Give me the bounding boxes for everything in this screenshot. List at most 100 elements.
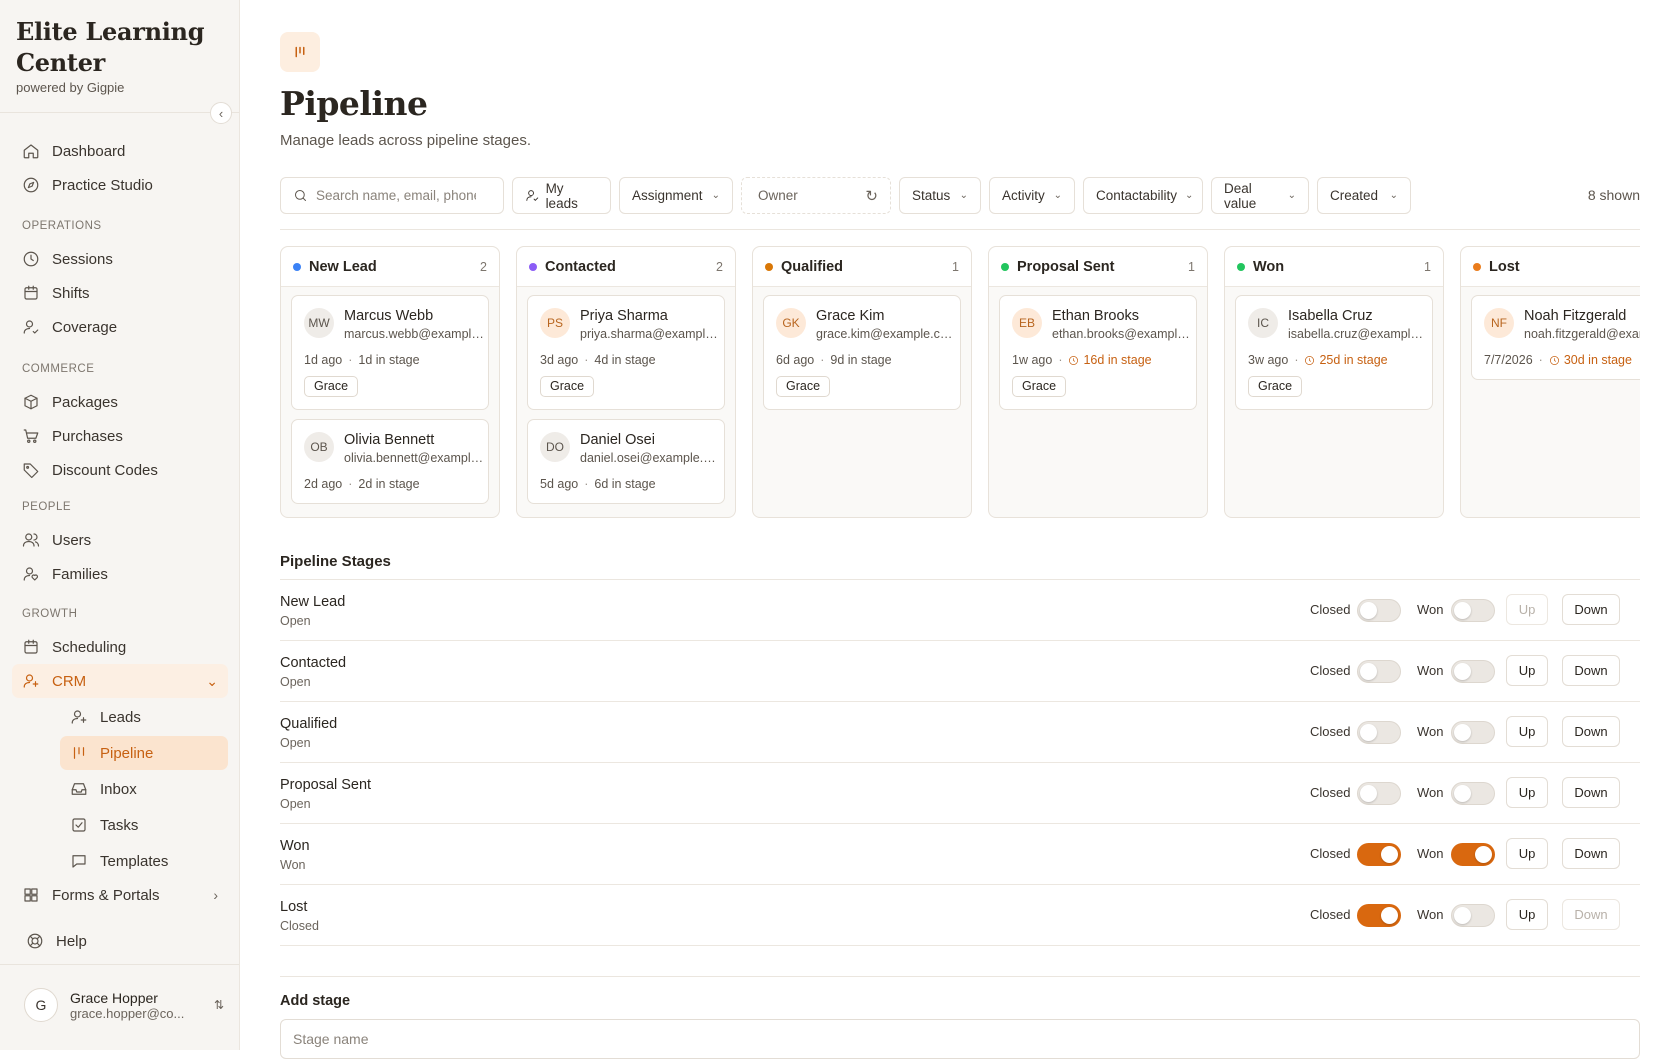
column-header: Contacted 2 — [517, 247, 735, 287]
nav-discount-codes[interactable]: Discount Codes — [12, 453, 228, 487]
move-down-button[interactable]: Down — [1562, 838, 1620, 869]
nav-coverage[interactable]: Coverage — [12, 310, 228, 344]
activity-filter[interactable]: Activity ⌄ — [989, 177, 1075, 214]
move-up-button[interactable]: Up — [1506, 838, 1548, 869]
chevron-updown-icon: ⇅ — [213, 998, 224, 1012]
closed-toggle[interactable] — [1357, 782, 1401, 805]
move-down-button[interactable]: Down — [1562, 777, 1620, 808]
won-toggle[interactable] — [1451, 660, 1495, 683]
user-plus-icon — [22, 672, 40, 690]
nav-families[interactable]: Families — [12, 557, 228, 591]
deal-value-filter[interactable]: Deal value ⌄ — [1211, 177, 1309, 214]
grid-icon — [22, 886, 40, 904]
user-menu[interactable]: G Grace Hopper grace.hopper@co... ⇅ — [24, 988, 224, 1022]
lead-card[interactable]: OB Olivia Bennett olivia.bennett@example.c… — [291, 419, 489, 504]
move-up-button[interactable]: Up — [1506, 655, 1548, 686]
nav-users[interactable]: Users — [12, 523, 228, 557]
nav-inbox[interactable]: Inbox — [12, 772, 228, 806]
stage-time: 16d in stage — [1083, 353, 1152, 367]
created-filter[interactable]: Created ⌄ — [1317, 177, 1411, 214]
nav-dashboard[interactable]: Dashboard — [12, 134, 228, 168]
closed-toggle[interactable] — [1357, 843, 1401, 866]
stage-type: Open — [280, 675, 311, 689]
user-name: Grace Hopper — [70, 989, 158, 1006]
won-toggle[interactable] — [1451, 599, 1495, 622]
stage-name-input[interactable]: Stage name — [280, 1019, 1640, 1059]
move-down-button[interactable]: Down — [1562, 655, 1620, 686]
column-title: Won — [1253, 258, 1285, 275]
search-input[interactable]: Search name, email, phone — [280, 177, 504, 214]
owner-filter[interactable]: Owner ↻ — [741, 177, 891, 214]
nav-pipeline[interactable]: Pipeline — [60, 736, 228, 770]
owner-tag: Grace — [1012, 376, 1067, 397]
pipeline-column[interactable]: Proposal Sent 1 EB Ethan Brooks ethan.brooks… — [988, 246, 1208, 518]
stage-name: Proposal Sent — [280, 777, 372, 793]
nav-shifts[interactable]: Shifts — [12, 276, 228, 310]
move-down-button[interactable]: Down — [1562, 716, 1620, 747]
nav-main: Dashboard Practice Studio — [12, 134, 228, 202]
nav-purchases[interactable]: Purchases — [12, 419, 228, 453]
nav-forms-portals[interactable]: Forms & Portals › — [12, 878, 228, 912]
pipeline-column[interactable]: Lost NF Noah Fitzgerald noah.fitzgerald@exa… — [1460, 246, 1640, 518]
package-icon — [22, 393, 40, 411]
tag-icon — [22, 461, 40, 479]
move-up-button[interactable]: Up — [1506, 777, 1548, 808]
stage-name: Lost — [280, 899, 308, 915]
collapse-sidebar-button[interactable]: ‹ — [210, 102, 232, 124]
move-up-button[interactable]: Up — [1506, 899, 1548, 930]
pipeline-board: New Lead 2 MW Marcus Webb marcus.webb@exampl… — [280, 246, 1640, 518]
move-up-button[interactable]: Up — [1506, 716, 1548, 747]
won-label: Won — [1417, 724, 1444, 739]
nav-leads[interactable]: Leads — [12, 700, 228, 734]
move-up-button[interactable]: Up — [1506, 594, 1548, 625]
section-label: COMMERCE — [22, 363, 95, 375]
results-count: 8 shown — [1587, 187, 1640, 203]
add-stage-title: Add stage — [280, 993, 351, 1009]
lead-email: grace.kim@example.com — [816, 327, 956, 341]
nav-templates[interactable]: Templates — [12, 844, 228, 878]
won-toggle[interactable] — [1451, 782, 1495, 805]
lead-card[interactable]: GK Grace Kim grace.kim@example.com 6d ago · 9… — [763, 295, 961, 410]
pipeline-column[interactable]: New Lead 2 MW Marcus Webb marcus.webb@exampl… — [280, 246, 500, 518]
won-toggle[interactable] — [1451, 721, 1495, 744]
lead-card[interactable]: MWMarcus Webbmarcus.webb@example.com1d a… — [291, 295, 489, 410]
won-toggle[interactable] — [1451, 843, 1495, 866]
nav-label: CRM — [52, 672, 87, 690]
closed-toggle[interactable] — [1357, 721, 1401, 744]
column-count: 1 — [952, 259, 959, 274]
nav-crm[interactable]: CRM ⌄ — [12, 664, 228, 698]
my-leads-button[interactable]: My leads — [512, 177, 611, 214]
lifebuoy-icon — [26, 932, 44, 950]
search-icon — [295, 190, 306, 201]
nav-help[interactable]: Help — [16, 924, 232, 958]
nav-packages[interactable]: Packages — [12, 385, 228, 419]
lead-card[interactable]: EB Ethan Brooks ethan.brooks@example.com 1w… — [999, 295, 1197, 410]
nav-tasks[interactable]: Tasks — [12, 808, 228, 842]
lead-card[interactable]: NF Noah Fitzgerald noah.fitzgerald@example… — [1471, 295, 1640, 380]
lead-card[interactable]: IC Isabella Cruz isabella.cruz@example.com… — [1235, 295, 1433, 410]
closed-toggle[interactable] — [1357, 599, 1401, 622]
nav-practice-studio[interactable]: Practice Studio — [12, 168, 228, 202]
lead-card[interactable]: DO Daniel Osei daniel.osei@example.com 5d a… — [527, 419, 725, 504]
move-down-button[interactable]: Down — [1562, 594, 1620, 625]
status-filter[interactable]: Status ⌄ — [899, 177, 981, 214]
separator: · — [1058, 353, 1063, 367]
lead-card[interactable]: PSPriya Sharmapriya.sharma@example.com3d… — [527, 295, 725, 410]
lead-meta: 1w ago · 16d in stage — [1012, 353, 1152, 367]
closed-toggle[interactable] — [1357, 904, 1401, 927]
nav-label: Packages — [52, 393, 118, 411]
pipeline-column[interactable]: Qualified 1 GK Grace Kim grace.kim@example.c… — [752, 246, 972, 518]
won-toggle[interactable] — [1451, 904, 1495, 927]
nav-label: Pipeline — [100, 744, 154, 762]
toggle-knob — [1454, 785, 1471, 802]
pipeline-column[interactable]: Contacted 2 PS Priya Sharma priya.sharma@exa… — [516, 246, 736, 518]
assignment-filter[interactable]: Assignment ⌄ — [619, 177, 733, 214]
nav-sessions[interactable]: Sessions — [12, 242, 228, 276]
pipeline-column[interactable]: Won 1 IC Isabella Cruz isabella.cruz@example… — [1224, 246, 1444, 518]
closed-toggle[interactable] — [1357, 660, 1401, 683]
separator: · — [584, 353, 589, 367]
contactability-filter[interactable]: Contactability ⌄ — [1083, 177, 1203, 214]
move-down-button[interactable]: Down — [1562, 899, 1620, 930]
brand-title: Elite Learning Center — [16, 17, 205, 77]
nav-scheduling[interactable]: Scheduling — [12, 630, 228, 664]
